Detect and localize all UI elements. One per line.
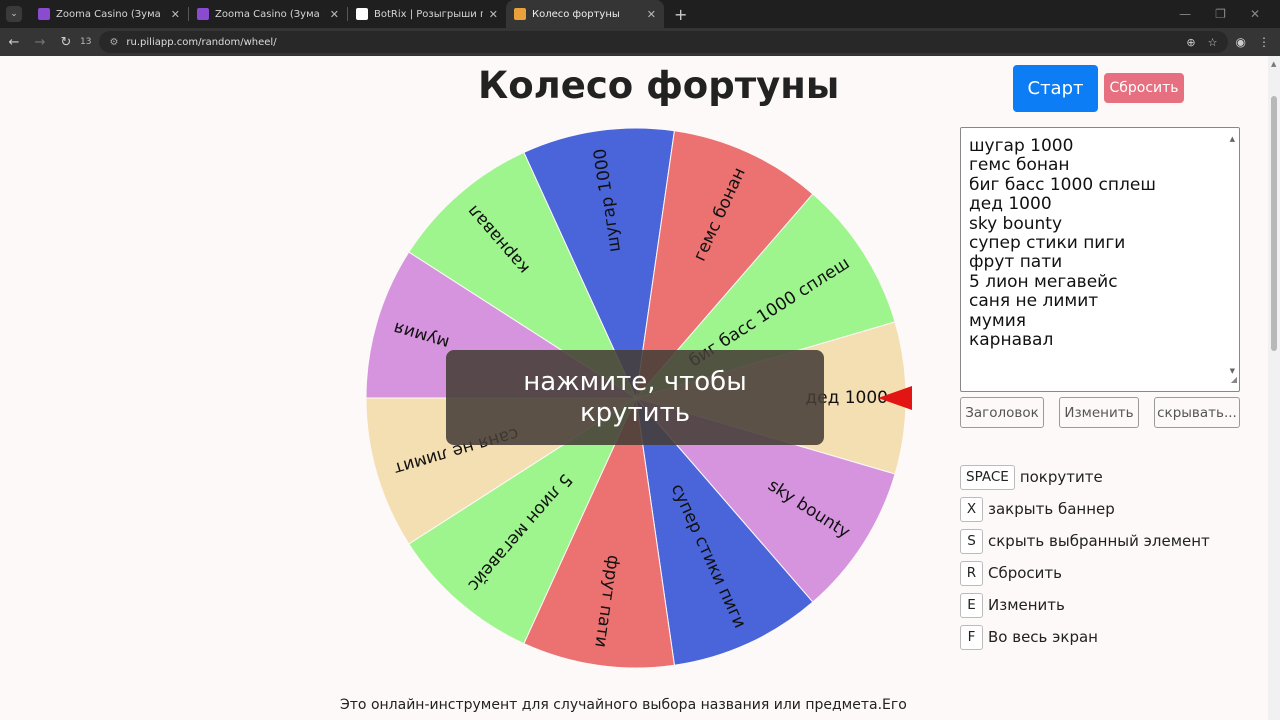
item-line: фрут пати	[969, 252, 1063, 273]
resize-grip-icon[interactable]: ◢	[1231, 370, 1237, 389]
shortcut-key: F	[960, 624, 983, 650]
shortcut-row: R Сбросить	[960, 560, 1062, 586]
shortcut-row: Xзакрыть баннер	[960, 496, 1115, 522]
spin-overlay[interactable]: нажмите, чтобы крутить	[446, 350, 824, 445]
shortcut-label: Во весь экран	[988, 628, 1098, 646]
textarea-scroll-up-icon[interactable]: ▲	[1230, 130, 1235, 149]
shortcut-key: SPACE	[960, 464, 1015, 490]
address-bar[interactable]: ⚙ ru.piliapp.com/random/wheel/ ⊕ ☆	[99, 31, 1228, 53]
description-text: Это онлайн-инструмент для случайного выб…	[340, 697, 907, 713]
reload-icon[interactable]: ↻	[54, 35, 78, 50]
new-tab-icon[interactable]: +	[674, 5, 687, 24]
tab-count: 13	[80, 37, 92, 47]
items-textarea[interactable]: шугар 1000 гемс бонан биг басс 1000 сплеш д…	[960, 127, 1240, 392]
browser-toolbar: ← → ↻ 13 ⚙ ru.piliapp.com/random/wheel/ …	[0, 28, 1280, 56]
tab-favicon-icon	[514, 8, 526, 20]
title-button[interactable]: Заголовок	[960, 397, 1044, 428]
change-button[interactable]: Изменить	[1059, 397, 1139, 428]
item-line: 5 лион мегавейс	[969, 271, 1118, 292]
item-line: sky bounty	[969, 213, 1063, 234]
item-line: биг басс 1000 сплеш	[969, 174, 1156, 195]
tab-title: Zooma Casino (Зума Казино) ©	[56, 8, 165, 20]
item-line: дед 1000	[969, 194, 1052, 215]
reset-button[interactable]: Сбросить	[1104, 73, 1184, 103]
zoom-icon[interactable]: ⊕	[1186, 36, 1195, 49]
tab-favicon-icon	[356, 8, 368, 20]
shortcut-label: покрутите	[1019, 468, 1103, 486]
tab-favicon-icon	[197, 8, 209, 20]
window-controls: — ❐ ✕	[1179, 7, 1260, 21]
shortcut-label: Изменить	[988, 596, 1065, 614]
shortcut-key: E	[960, 592, 983, 618]
shortcut-row: SPACE покрутите	[960, 464, 1103, 490]
shortcut-key: S	[960, 528, 983, 554]
shortcut-row: F Во весь экран	[960, 624, 1098, 650]
shortcut-key: R	[960, 560, 983, 586]
minimize-icon[interactable]: —	[1179, 7, 1191, 21]
tab-favicon-icon	[38, 8, 50, 20]
page-title: Колесо фортуны	[478, 64, 840, 107]
profile-icon[interactable]: ◉	[1236, 35, 1246, 49]
maximize-icon[interactable]: ❐	[1215, 7, 1226, 21]
back-icon[interactable]: ←	[2, 35, 26, 50]
tab-search-icon[interactable]: ⌄	[6, 6, 22, 22]
page-scrollbar[interactable]: ▲	[1268, 56, 1280, 720]
shortcut-label: скрыть выбранный элемент	[988, 532, 1210, 550]
start-button[interactable]: Старт	[1013, 65, 1098, 112]
url-text: ru.piliapp.com/random/wheel/	[126, 36, 277, 48]
tab-close-icon[interactable]: ✕	[330, 8, 339, 21]
tab-title: Колесо фортуны	[532, 8, 620, 20]
browser-tab[interactable]: BotRix | Розыгрыши призов ✕	[348, 0, 506, 28]
tab-title: BotRix | Розыгрыши призов	[374, 8, 483, 20]
wheel-pointer-icon	[878, 386, 912, 410]
shortcut-row: E Изменить	[960, 592, 1065, 618]
item-line: супер стики пиги	[969, 233, 1126, 254]
close-window-icon[interactable]: ✕	[1250, 7, 1260, 21]
browser-tab[interactable]: Zooma Casino (Зума Казино) © ✕	[189, 0, 347, 28]
browser-tab-bar: ⌄ Zooma Casino (Зума Казино) ©✕Zooma Cas…	[0, 0, 1280, 28]
item-line: гемс бонан	[969, 155, 1070, 176]
browser-tab[interactable]: Zooma Casino (Зума Казино) © ✕	[30, 0, 188, 28]
shortcut-key: X	[960, 496, 983, 522]
bookmark-star-icon[interactable]: ☆	[1208, 36, 1218, 49]
shortcut-row: Sскрыть выбранный элемент	[960, 528, 1210, 554]
menu-kebab-icon[interactable]: ⋮	[1258, 35, 1270, 49]
site-info-icon[interactable]: ⚙	[109, 37, 118, 48]
tab-title: Zooma Casino (Зума Казино) ©	[215, 8, 324, 20]
item-line: карнавал	[969, 330, 1054, 351]
browser-tab[interactable]: Колесо фортуны ✕	[506, 0, 664, 28]
item-line: саня не лимит	[969, 291, 1099, 312]
item-line: мумия	[969, 310, 1026, 331]
tab-close-icon[interactable]: ✕	[171, 8, 180, 21]
tab-close-icon[interactable]: ✕	[489, 8, 498, 21]
scrollbar-thumb[interactable]	[1271, 96, 1277, 351]
page-content: Колесо фортуны Старт Сбросить шугар 1000…	[0, 56, 1268, 720]
scroll-up-icon[interactable]: ▲	[1271, 60, 1276, 68]
forward-icon[interactable]: →	[28, 35, 52, 50]
tab-strip: Zooma Casino (Зума Казино) ©✕Zooma Casin…	[30, 0, 664, 28]
shortcut-label: закрыть баннер	[988, 500, 1115, 518]
tab-close-icon[interactable]: ✕	[647, 8, 656, 21]
shortcut-label: Сбросить	[988, 564, 1062, 582]
hide-button[interactable]: скрывать...	[1154, 397, 1240, 428]
item-line: шугар 1000	[969, 136, 1074, 156]
